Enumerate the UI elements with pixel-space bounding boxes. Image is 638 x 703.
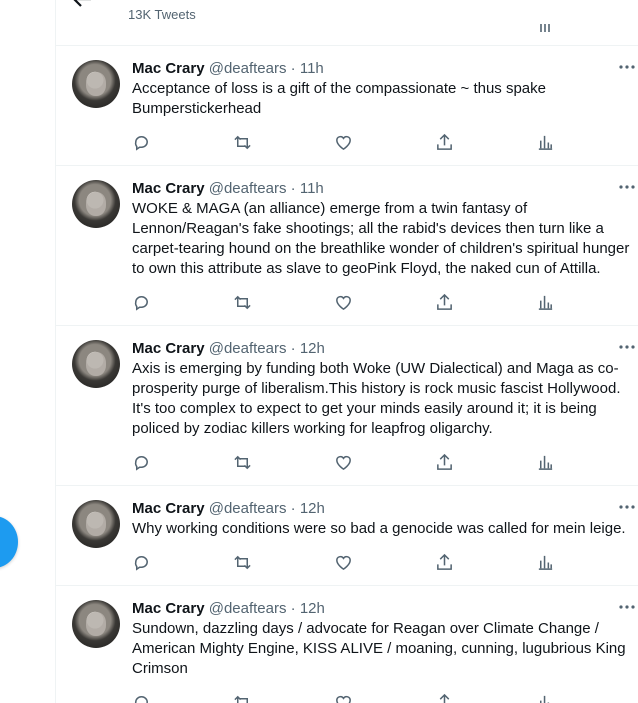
tweet-text: WOKE & MAGA (an alliance) emerge from a …: [132, 200, 630, 277]
retweet-icon[interactable]: [233, 553, 253, 573]
tweet-body: Mac Crary @deaftears · 11h Acceptance of…: [132, 59, 635, 119]
like-icon[interactable]: [334, 453, 354, 473]
tweet-text: Acceptance of loss is a gift of the comp…: [132, 80, 546, 117]
tweet[interactable]: Mac Crary @deaftears · 12h Axis is emerg…: [56, 326, 638, 486]
tweet-body: Mac Crary @deaftears · 11h WOKE & MAGA (…: [132, 179, 635, 279]
author-name[interactable]: Mac Crary: [132, 60, 205, 77]
tweet-header: Mac Crary @deaftears · 12h: [132, 499, 635, 519]
timestamp[interactable]: 11h: [300, 60, 324, 77]
tweet-actions: [132, 693, 562, 703]
more-icon[interactable]: [619, 605, 635, 609]
more-icon[interactable]: [619, 65, 635, 69]
avatar[interactable]: [72, 60, 120, 108]
reply-icon[interactable]: [132, 553, 152, 573]
tweet-body: Mac Crary @deaftears · 12h Axis is emerg…: [132, 339, 635, 439]
like-icon[interactable]: [334, 553, 354, 573]
retweet-icon[interactable]: [233, 693, 253, 703]
timestamp[interactable]: 12h: [300, 600, 325, 617]
tweet[interactable]: Mac Crary @deaftears · 12h Why working c…: [56, 486, 638, 586]
like-icon[interactable]: [334, 693, 354, 703]
retweet-icon[interactable]: [233, 133, 253, 153]
separator: ·: [290, 340, 296, 357]
author-handle[interactable]: @deaftears: [209, 600, 287, 617]
tweet-actions: [132, 133, 562, 153]
reply-icon[interactable]: [132, 293, 152, 313]
author-name[interactable]: Mac Crary: [132, 340, 205, 357]
tweet-actions: [132, 553, 562, 573]
tweet-count: 13K Tweets: [128, 7, 196, 22]
avatar[interactable]: [72, 180, 120, 228]
analytics-icon[interactable]: [536, 293, 556, 313]
retweet-icon[interactable]: [233, 453, 253, 473]
author-handle[interactable]: @deaftears: [209, 180, 287, 197]
tweet-body: Mac Crary @deaftears · 12h Sundown, dazz…: [132, 599, 635, 679]
avatar[interactable]: [72, 600, 120, 648]
tweet-text: Why working conditions were so bad a gen…: [132, 520, 626, 537]
timestamp[interactable]: 12h: [300, 340, 325, 357]
timestamp[interactable]: 12h: [300, 500, 325, 517]
separator: ·: [290, 500, 296, 517]
profile-header: 13K Tweets: [56, 0, 638, 46]
retweet-icon[interactable]: [233, 293, 253, 313]
tweet-header: Mac Crary @deaftears · 12h: [132, 599, 635, 619]
share-icon[interactable]: [435, 133, 455, 153]
tweet-text: Axis is emerging by funding both Woke (U…: [132, 360, 621, 437]
reply-icon[interactable]: [132, 693, 152, 703]
more-icon[interactable]: [619, 505, 635, 509]
analytics-icon[interactable]: [536, 453, 556, 473]
author-name[interactable]: Mac Crary: [132, 180, 205, 197]
tweet-header: Mac Crary @deaftears · 11h: [132, 179, 635, 199]
share-icon[interactable]: [435, 453, 455, 473]
tweet-actions: [132, 293, 562, 313]
separator: ·: [290, 60, 296, 77]
author-name[interactable]: Mac Crary: [132, 600, 205, 617]
share-icon[interactable]: [435, 693, 455, 703]
share-icon[interactable]: [435, 553, 455, 573]
back-arrow-icon[interactable]: [71, 0, 93, 10]
separator: ·: [290, 180, 296, 197]
separator: ·: [290, 600, 296, 617]
analytics-icon: [540, 24, 550, 32]
share-icon[interactable]: [435, 293, 455, 313]
analytics-icon[interactable]: [536, 553, 556, 573]
more-icon[interactable]: [619, 345, 635, 349]
avatar[interactable]: [72, 500, 120, 548]
tweet-text: Sundown, dazzling days / advocate for Re…: [132, 620, 626, 677]
more-icon[interactable]: [619, 185, 635, 189]
tweet[interactable]: Mac Crary @deaftears · 11h WOKE & MAGA (…: [56, 166, 638, 326]
author-handle[interactable]: @deaftears: [209, 500, 287, 517]
left-navigation-rail: [0, 0, 55, 703]
tweet-actions: [132, 453, 562, 473]
analytics-icon[interactable]: [536, 693, 556, 703]
author-name[interactable]: Mac Crary: [132, 500, 205, 517]
tweet-body: Mac Crary @deaftears · 12h Why working c…: [132, 499, 635, 539]
reply-icon[interactable]: [132, 453, 152, 473]
avatar[interactable]: [72, 340, 120, 388]
like-icon[interactable]: [334, 293, 354, 313]
timestamp[interactable]: 11h: [300, 180, 324, 197]
author-handle[interactable]: @deaftears: [209, 340, 287, 357]
compose-tweet-button[interactable]: [0, 516, 18, 568]
profile-timeline: 13K Tweets Mac Crary @deaftears · 11h Ac…: [55, 0, 638, 703]
tweet[interactable]: Mac Crary @deaftears · 11h Acceptance of…: [56, 46, 638, 166]
tweet[interactable]: Mac Crary @deaftears · 12h Sundown, dazz…: [56, 586, 638, 703]
like-icon[interactable]: [334, 133, 354, 153]
reply-icon[interactable]: [132, 133, 152, 153]
analytics-icon[interactable]: [536, 133, 556, 153]
tweet-header: Mac Crary @deaftears · 11h: [132, 59, 635, 79]
tweet-header: Mac Crary @deaftears · 12h: [132, 339, 635, 359]
author-handle[interactable]: @deaftears: [209, 60, 287, 77]
